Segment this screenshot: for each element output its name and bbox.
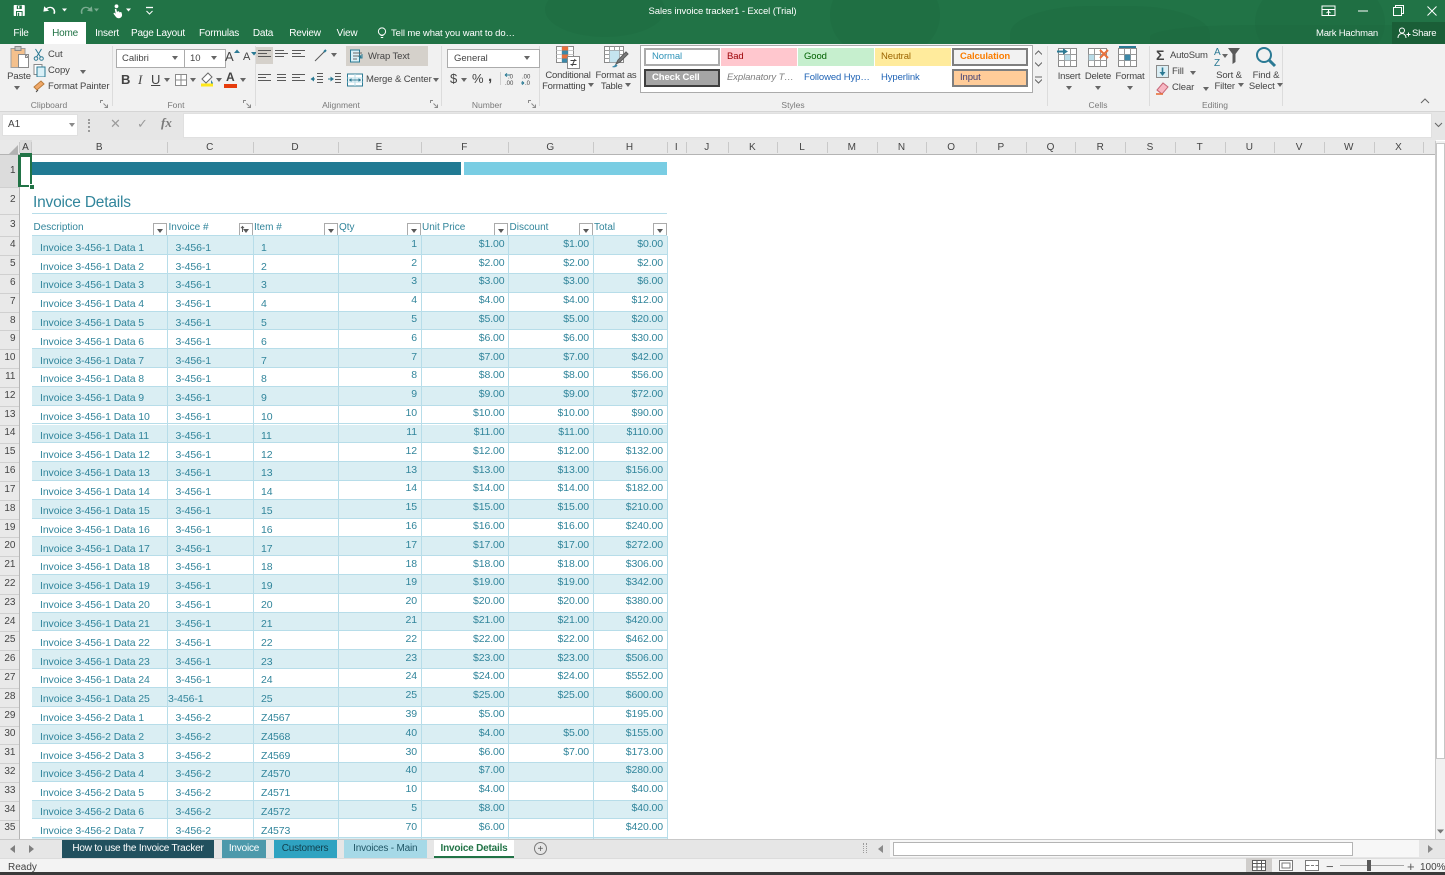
- svg-text:.0: .0: [525, 81, 531, 86]
- svg-text:.00: .00: [522, 75, 531, 81]
- svg-text:Z: Z: [1214, 58, 1220, 69]
- svg-text:.00: .00: [505, 81, 514, 86]
- svg-text:A: A: [1214, 47, 1221, 58]
- svg-text:.0: .0: [508, 75, 514, 81]
